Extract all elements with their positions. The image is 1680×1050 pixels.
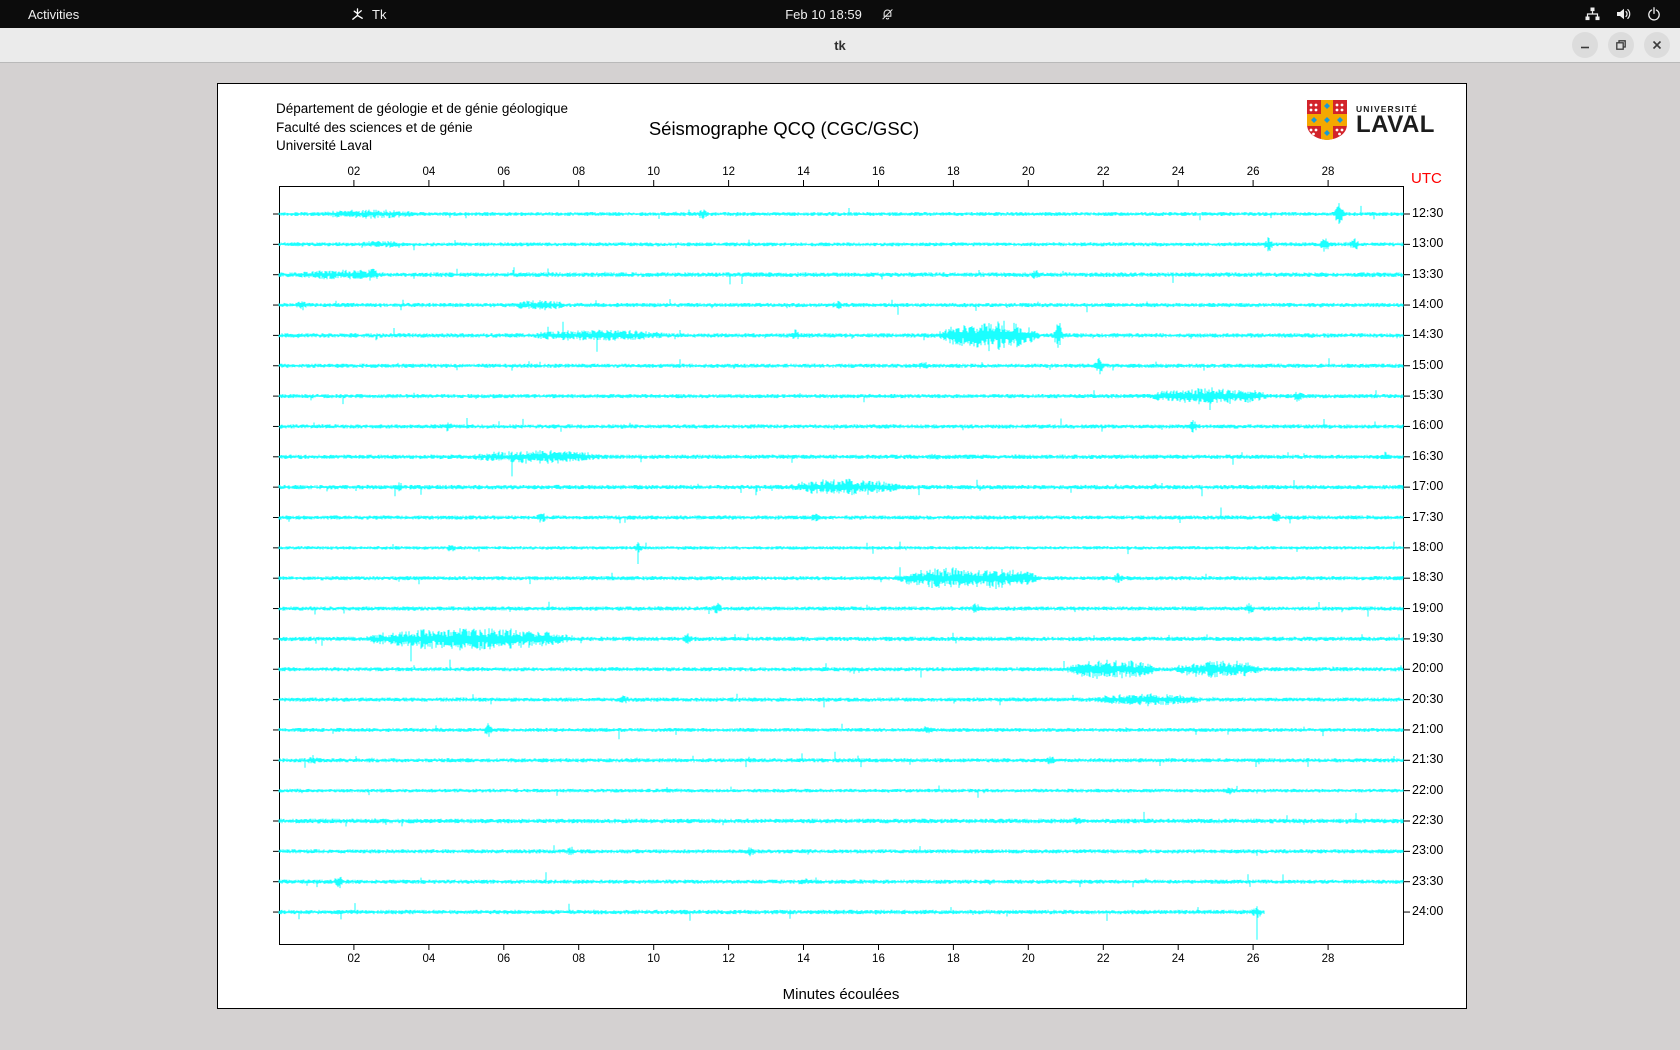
minimize-button[interactable] (1572, 32, 1598, 58)
x-tick-label-top: 12 (712, 166, 746, 178)
x-tick-label-top: 20 (1011, 166, 1045, 178)
x-tick-label-top: 18 (936, 166, 970, 178)
trace-time-label: 20:30 (1412, 692, 1443, 706)
trace-time-label: 16:00 (1412, 418, 1443, 432)
x-tick-label-top: 02 (337, 166, 371, 178)
x-tick-label-bottom: 04 (412, 953, 446, 965)
x-tick-label-bottom: 24 (1161, 953, 1195, 965)
maximize-icon (1614, 38, 1628, 52)
seismogram-plot (218, 84, 1466, 1008)
trace-time-label: 13:00 (1412, 236, 1443, 250)
x-tick-label-bottom: 28 (1311, 953, 1345, 965)
trace-time-label: 14:00 (1412, 297, 1443, 311)
x-tick-label-bottom: 18 (936, 953, 970, 965)
x-tick-label-bottom: 12 (712, 953, 746, 965)
app-indicator[interactable]: Tk (350, 0, 386, 28)
seismograph-canvas: Département de géologie et de génie géol… (217, 83, 1467, 1009)
x-tick-label-bottom: 14 (787, 953, 821, 965)
trace-time-label: 20:00 (1412, 661, 1443, 675)
x-tick-label-top: 28 (1311, 166, 1345, 178)
trace-time-label: 14:30 (1412, 327, 1443, 341)
trace-time-label: 17:30 (1412, 510, 1443, 524)
x-tick-label-top: 26 (1236, 166, 1270, 178)
x-tick-label-bottom: 08 (562, 953, 596, 965)
x-tick-label-top: 22 (1086, 166, 1120, 178)
trace-time-label: 17:00 (1412, 479, 1443, 493)
x-tick-label-bottom: 10 (637, 953, 671, 965)
x-tick-label-bottom: 20 (1011, 953, 1045, 965)
x-tick-label-top: 10 (637, 166, 671, 178)
x-tick-label-top: 14 (787, 166, 821, 178)
window-title: tk (0, 28, 1680, 62)
trace-time-label: 23:30 (1412, 874, 1443, 888)
power-icon[interactable] (1646, 6, 1662, 22)
trace-time-label: 19:00 (1412, 601, 1443, 615)
activities-button[interactable]: Activities (24, 7, 83, 22)
close-button[interactable] (1644, 32, 1670, 58)
clock[interactable]: Feb 10 18:59 (785, 7, 862, 22)
window-titlebar[interactable]: tk (0, 28, 1680, 63)
trace-time-label: 18:30 (1412, 570, 1443, 584)
x-tick-label-bottom: 06 (487, 953, 521, 965)
trace-time-label: 21:30 (1412, 752, 1443, 766)
x-tick-label-top: 24 (1161, 166, 1195, 178)
trace-time-label: 22:00 (1412, 783, 1443, 797)
x-tick-label-bottom: 16 (861, 953, 895, 965)
trace-time-label: 18:00 (1412, 540, 1443, 554)
minimize-icon (1578, 38, 1592, 52)
x-tick-label-bottom: 26 (1236, 953, 1270, 965)
trace-time-label: 15:00 (1412, 358, 1443, 372)
x-tick-label-top: 08 (562, 166, 596, 178)
x-tick-label-bottom: 22 (1086, 953, 1120, 965)
x-tick-label-top: 16 (861, 166, 895, 178)
x-tick-label-top: 04 (412, 166, 446, 178)
x-tick-label-bottom: 02 (337, 953, 371, 965)
trace-time-label: 24:00 (1412, 904, 1443, 918)
trace-time-label: 15:30 (1412, 388, 1443, 402)
tk-app-icon (350, 7, 365, 22)
trace-time-label: 12:30 (1412, 206, 1443, 220)
trace-time-label: 21:00 (1412, 722, 1443, 736)
app-indicator-label: Tk (372, 7, 386, 22)
desktop: Activities Tk Feb 10 18:59 (0, 0, 1680, 1050)
close-icon (1650, 38, 1664, 52)
trace-time-label: 23:00 (1412, 843, 1443, 857)
notifications-muted-icon (880, 7, 895, 22)
trace-time-label: 13:30 (1412, 267, 1443, 281)
trace-time-label: 16:30 (1412, 449, 1443, 463)
maximize-button[interactable] (1608, 32, 1634, 58)
trace-time-label: 19:30 (1412, 631, 1443, 645)
volume-icon[interactable] (1615, 6, 1632, 22)
x-tick-label-top: 06 (487, 166, 521, 178)
gnome-top-bar: Activities Tk Feb 10 18:59 (0, 0, 1680, 28)
network-icon[interactable] (1584, 6, 1601, 22)
trace-time-label: 22:30 (1412, 813, 1443, 827)
